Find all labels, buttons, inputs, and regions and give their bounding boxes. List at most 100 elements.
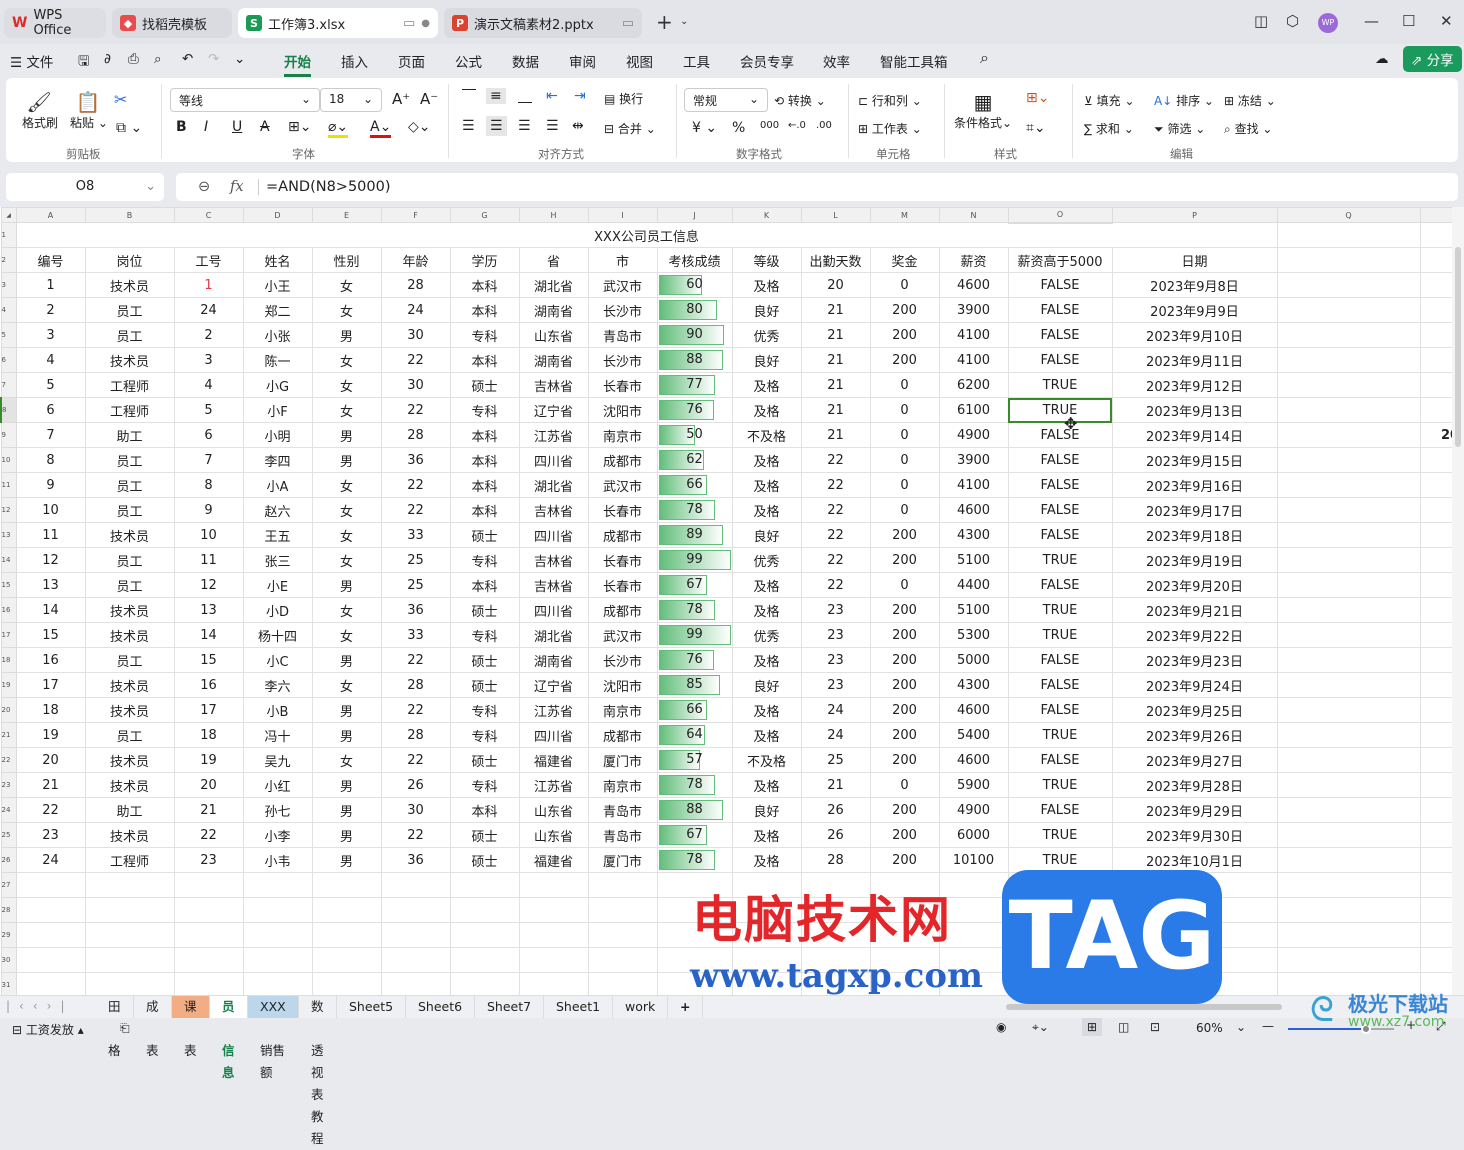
column-header[interactable]: O (1007, 207, 1113, 224)
cell[interactable]: 2023年9月16日 (1111, 472, 1278, 498)
cell[interactable]: 男 (311, 772, 382, 798)
thousands-icon[interactable]: 000 (760, 120, 779, 131)
cell[interactable]: 0 (869, 422, 940, 448)
cell[interactable] (587, 947, 658, 973)
row-header[interactable]: 11 (0, 472, 17, 498)
cell[interactable]: 2023年9月22日 (1111, 622, 1278, 648)
align-bottom-icon[interactable]: ⎽ (518, 88, 532, 104)
cell[interactable]: 及格 (731, 697, 802, 723)
cell[interactable] (311, 872, 382, 898)
cell[interactable]: 28 (380, 672, 451, 698)
cell[interactable]: 0 (869, 372, 940, 398)
cell[interactable] (1276, 522, 1421, 548)
cell[interactable]: 技术员 (84, 697, 175, 723)
cell[interactable] (938, 872, 1009, 898)
column-title[interactable]: 姓名 (242, 247, 313, 273)
cell[interactable]: 200 (869, 647, 940, 673)
cell[interactable]: 6100 (938, 397, 1009, 423)
cell[interactable]: 22 (173, 822, 244, 848)
number-format-select[interactable]: 常规 ⌄ (684, 88, 768, 112)
cell[interactable]: 厦门市 (587, 847, 658, 873)
cell[interactable]: 专科 (449, 722, 520, 748)
cell[interactable] (1419, 297, 1452, 323)
cell[interactable]: 85 (656, 672, 733, 698)
cell[interactable] (731, 897, 802, 923)
cell[interactable]: 山东省 (518, 322, 589, 348)
cell[interactable]: 南京市 (587, 772, 658, 798)
column-title[interactable]: 等级 (731, 247, 802, 273)
column-header[interactable]: N (938, 207, 1009, 223)
cell[interactable] (731, 972, 802, 995)
cell[interactable]: 2023年9月27日 (1111, 747, 1278, 773)
cell[interactable]: 良好 (731, 797, 802, 823)
cell[interactable]: 技术员 (84, 672, 175, 698)
find-button[interactable]: ⌕ 查找 ⌄ (1224, 120, 1272, 137)
cell[interactable] (1111, 872, 1278, 898)
cell[interactable]: 技术员 (84, 597, 175, 623)
font-name-select[interactable]: 等线 ⌄ (170, 88, 320, 112)
cell[interactable]: 200 (869, 672, 940, 698)
menu-tab-review[interactable]: 审阅 (569, 51, 596, 71)
cell[interactable] (84, 922, 175, 948)
cell[interactable]: 硕士 (449, 822, 520, 848)
cell[interactable]: 工程师 (84, 397, 175, 423)
sheet-tab[interactable]: Sheet1 (544, 996, 614, 1018)
menu-tab-data[interactable]: 数据 (512, 51, 539, 71)
cell[interactable] (1419, 222, 1452, 248)
sheet-tab[interactable]: XXX公司销售额 (248, 996, 299, 1080)
row-header[interactable]: 4 (0, 297, 17, 323)
row-header[interactable]: 5 (0, 322, 17, 348)
cell[interactable]: 山东省 (518, 822, 589, 848)
cell[interactable]: 5000 (938, 647, 1009, 673)
cell[interactable]: 7 (173, 447, 244, 473)
cell[interactable]: 1 (15, 272, 86, 298)
cell[interactable]: 郑二 (242, 297, 313, 323)
sheet-tab[interactable]: 成绩表 (134, 996, 172, 1058)
cell[interactable] (938, 972, 1009, 995)
cell[interactable]: 员工 (84, 547, 175, 573)
cell[interactable]: TRUE (1007, 397, 1113, 423)
column-title[interactable]: 薪资高于5000 (1007, 247, 1113, 273)
align-center-icon[interactable]: ☰ (486, 116, 507, 136)
cell[interactable]: FALSE (1007, 522, 1113, 548)
cell[interactable]: 2023年9月14日 (1111, 422, 1278, 448)
cell[interactable]: TRUE (1007, 622, 1113, 648)
cell[interactable] (311, 972, 382, 995)
zoom-level[interactable]: 60% (1196, 1021, 1223, 1035)
cell[interactable]: 沈阳市 (587, 397, 658, 423)
cell[interactable]: 小王 (242, 272, 313, 298)
cell[interactable] (380, 947, 451, 973)
row-header[interactable]: 29 (0, 922, 17, 948)
cell[interactable]: 22 (800, 447, 871, 473)
cell[interactable] (84, 947, 175, 973)
cell[interactable] (1419, 672, 1452, 698)
cell[interactable] (1419, 847, 1452, 873)
cell[interactable]: 36 (380, 447, 451, 473)
cell[interactable]: 9 (15, 472, 86, 498)
cell[interactable] (1419, 772, 1452, 798)
cell[interactable]: 6200 (938, 372, 1009, 398)
normal-view-icon[interactable]: ⊞ (1082, 1018, 1103, 1036)
cell[interactable] (1419, 522, 1452, 548)
column-title[interactable]: 市 (587, 247, 658, 273)
cell[interactable]: 男 (311, 422, 382, 448)
menu-tab-view[interactable]: 视图 (626, 51, 653, 71)
cell[interactable]: 2023年9月26日 (1111, 722, 1278, 748)
cell[interactable]: 长春市 (587, 372, 658, 398)
cell[interactable]: 及格 (731, 272, 802, 298)
cell[interactable]: 女 (311, 672, 382, 698)
cell[interactable] (938, 922, 1009, 948)
merge-button[interactable]: ⊟ 合并 ⌄ (604, 120, 656, 137)
cell[interactable] (869, 947, 940, 973)
cell[interactable] (1007, 897, 1113, 923)
column-header[interactable]: P (1111, 207, 1278, 223)
cell[interactable] (656, 922, 733, 948)
cell[interactable] (1276, 622, 1421, 648)
cell[interactable]: 23 (800, 622, 871, 648)
cell[interactable] (869, 897, 940, 923)
cell[interactable]: 78 (656, 497, 733, 523)
cell[interactable]: 良好 (731, 672, 802, 698)
cell[interactable]: 优秀 (731, 622, 802, 648)
cell[interactable]: 2023年9月10日 (1111, 322, 1278, 348)
zoom-slider-handle[interactable] (1361, 1024, 1371, 1034)
